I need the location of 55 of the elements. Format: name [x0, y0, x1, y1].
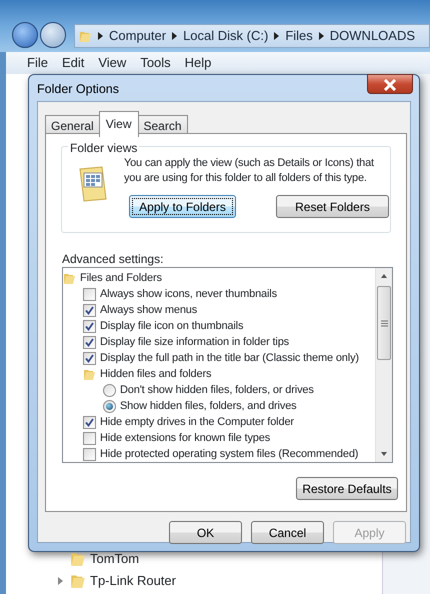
window-title: Folder Options [37, 81, 119, 98]
restore-defaults-button[interactable]: Restore Defaults [296, 477, 398, 500]
forward-button[interactable] [40, 22, 66, 48]
breadcrumb-item[interactable]: Local Disk (C:) [183, 26, 268, 46]
close-button[interactable] [367, 74, 413, 94]
checkbox[interactable] [83, 320, 96, 332]
radio-button[interactable] [103, 384, 116, 396]
tree-item[interactable]: TomTom [90, 549, 140, 569]
tree-item[interactable]: Tp-Link Router [90, 571, 176, 591]
breadcrumb-item[interactable]: DOWNLOADS [330, 26, 416, 46]
option-label: Hide extensions for known file types [100, 430, 270, 446]
group-label: Files and Folders [80, 270, 162, 286]
section-label: Advanced settings: [62, 251, 164, 268]
folder-icon [83, 368, 96, 380]
folder-icon [79, 30, 92, 42]
folder-icon [70, 551, 86, 567]
radio-button[interactable] [103, 400, 116, 412]
menu-item[interactable]: File [20, 53, 55, 73]
menu-item[interactable]: Help [178, 53, 218, 73]
menu-item[interactable]: Edit [54, 53, 92, 73]
folder-icon [63, 272, 76, 284]
close-icon [383, 78, 397, 91]
folder-button[interactable]: Apply to Folders [129, 195, 236, 218]
option-label: Display the full path in the title bar (Classic theme only) [100, 350, 359, 366]
checkbox[interactable] [83, 448, 96, 460]
checkbox[interactable] [83, 288, 96, 300]
breadcrumb-item[interactable]: Files [285, 26, 313, 46]
grip-icon [380, 320, 388, 326]
address-bar[interactable]: Computer Local Disk (C:) Files DOWNLOADS [74, 24, 430, 48]
option-label: Hide protected operating system files (Recommended) [100, 446, 358, 462]
dialog-button[interactable]: OK [169, 521, 242, 544]
checkbox[interactable] [83, 336, 96, 348]
option-label: Display file icon on thumbnails [100, 318, 244, 334]
option-label: Always show menus [100, 302, 198, 318]
tab[interactable]: View [98, 111, 138, 137]
group-label: Hidden files and folders [100, 366, 212, 382]
option-label: Hide empty drives in the Computer folder [100, 414, 294, 430]
option-label: Display file size information in folder tips [100, 334, 290, 350]
checkbox[interactable] [83, 352, 96, 364]
menu-item[interactable]: Tools [133, 53, 178, 73]
scrollbar[interactable] [375, 268, 392, 462]
menu-item[interactable]: View [91, 53, 134, 73]
option-label: Always show icons, never thumbnails [100, 286, 277, 302]
description-text: You can apply the view (such as Details or Icons) that you are using for this folder to all folders of this type. [124, 156, 375, 186]
checkbox[interactable] [83, 416, 96, 428]
folder-icon [70, 573, 86, 589]
checkbox[interactable] [83, 432, 96, 444]
option-label: Show hidden files, folders, and drives [120, 398, 297, 414]
breadcrumb-item[interactable]: Computer [109, 26, 166, 46]
back-button[interactable] [12, 22, 38, 48]
checkbox[interactable] [83, 304, 96, 316]
dialog-button[interactable]: Cancel [251, 521, 324, 544]
folder-button[interactable]: Reset Folders [276, 195, 389, 218]
expand-icon[interactable] [58, 577, 63, 585]
option-label: Don't show hidden files, folders, or drives [120, 382, 314, 398]
